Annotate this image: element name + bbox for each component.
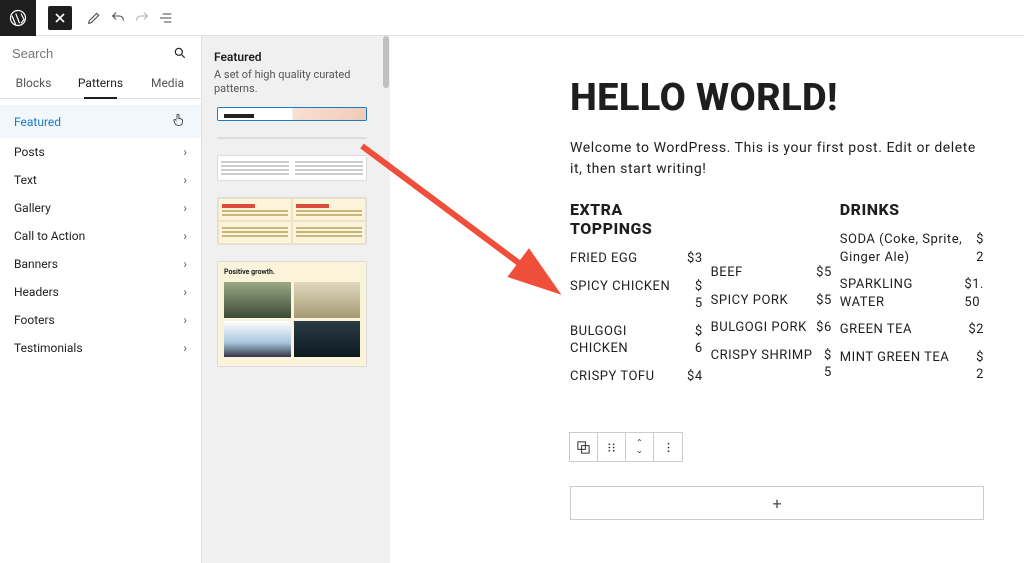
category-label: Footers bbox=[14, 313, 55, 327]
menu-item-name: SPICY CHICKEN bbox=[570, 278, 689, 313]
menu-item-price: $ 5 bbox=[695, 278, 703, 313]
patterns-heading: Featured bbox=[214, 50, 262, 64]
chevron-right-icon: › bbox=[183, 229, 187, 243]
search-input[interactable] bbox=[12, 46, 189, 61]
chevron-right-icon: › bbox=[183, 285, 187, 299]
menu-item-name: CRISPY SHRIMP bbox=[711, 347, 818, 382]
menu-item-name: SODA (Coke, Sprite, Ginger Ale) bbox=[840, 231, 970, 266]
category-label: Gallery bbox=[14, 201, 51, 215]
chevron-right-icon: › bbox=[183, 313, 187, 327]
thumb5-heading: Positive growth. bbox=[224, 268, 360, 276]
menu-item-name: GREEN TEA bbox=[840, 321, 963, 339]
menu-item-price: $6 bbox=[816, 319, 832, 337]
add-block-button[interactable]: + bbox=[570, 486, 984, 520]
tab-blocks[interactable]: Blocks bbox=[0, 68, 67, 98]
tab-media[interactable]: Media bbox=[134, 68, 201, 98]
category-testimonials[interactable]: Testimonials › bbox=[0, 334, 201, 362]
tab-patterns[interactable]: Patterns bbox=[67, 68, 134, 98]
menu-item-name: SPARKLING WATER bbox=[840, 276, 959, 311]
menu-heading: EXTRA TOPPINGS bbox=[570, 200, 703, 238]
category-label: Banners bbox=[14, 257, 58, 271]
cursor-hand-icon bbox=[171, 112, 187, 131]
menu-item-name: FRIED EGG bbox=[570, 250, 681, 268]
editor-top-toolbar bbox=[0, 0, 1024, 36]
chevron-right-icon: › bbox=[183, 257, 187, 271]
category-posts[interactable]: Posts › bbox=[0, 138, 201, 166]
menu-item-name: BULGOGI CHICKEN bbox=[570, 323, 689, 358]
pattern-thumb-3[interactable] bbox=[217, 155, 367, 181]
inserter-tabs: Blocks Patterns Media bbox=[0, 68, 201, 99]
wordpress-logo-icon[interactable] bbox=[0, 0, 36, 36]
category-text[interactable]: Text › bbox=[0, 166, 201, 194]
category-banners[interactable]: Banners › bbox=[0, 250, 201, 278]
patterns-scrollbar[interactable] bbox=[382, 36, 390, 563]
menu-item-price: $ 6 bbox=[695, 323, 703, 358]
edit-mode-icon[interactable] bbox=[82, 6, 106, 30]
menu-item-price: $ 5 bbox=[824, 347, 832, 382]
menu-item-name: BEEF bbox=[711, 264, 810, 282]
menu-item-price: $3 bbox=[687, 250, 703, 268]
category-label: Testimonials bbox=[14, 341, 83, 355]
pattern-thumb-contact[interactable]: Contact bbox=[217, 107, 367, 121]
post-intro[interactable]: Welcome to WordPress. This is your first… bbox=[570, 138, 984, 180]
menu-item-name: MINT GREEN TEA bbox=[840, 349, 970, 384]
category-label: Call to Action bbox=[14, 229, 85, 243]
menu-item-name: SPICY PORK bbox=[711, 292, 810, 310]
menu-item-price: $1. 50 bbox=[964, 276, 984, 311]
category-label: Text bbox=[14, 173, 37, 187]
menu-item-price: $4 bbox=[687, 368, 703, 386]
pattern-thumb-4[interactable] bbox=[217, 197, 367, 245]
pattern-thumb-5[interactable]: Positive growth. bbox=[217, 261, 367, 367]
chevron-right-icon: › bbox=[183, 145, 187, 159]
menu-heading: DRINKS bbox=[840, 200, 984, 219]
menu-item-price: $ 2 bbox=[976, 231, 984, 266]
search-icon bbox=[173, 46, 187, 64]
menu-item-price: $2 bbox=[968, 321, 984, 339]
category-footers[interactable]: Footers › bbox=[0, 306, 201, 334]
plus-icon: + bbox=[772, 494, 781, 513]
category-label: Featured bbox=[14, 115, 61, 129]
category-label: Headers bbox=[14, 285, 59, 299]
menu-item-price: $ 2 bbox=[976, 349, 984, 384]
menu-item-price: $5 bbox=[816, 292, 832, 310]
close-inserter-button[interactable] bbox=[48, 6, 72, 30]
chevron-right-icon: › bbox=[183, 201, 187, 215]
category-gallery[interactable]: Gallery › bbox=[0, 194, 201, 222]
category-headers[interactable]: Headers › bbox=[0, 278, 201, 306]
block-type-icon[interactable] bbox=[570, 433, 598, 461]
pattern-thumb-2[interactable] bbox=[217, 137, 367, 139]
menu-col-1[interactable]: EXTRA TOPPINGS FRIED EGG $3 SPICY CHICKEN… bbox=[570, 200, 703, 395]
menu-col-2[interactable]: BEEF $5 SPICY PORK $5 BULGOGI PORK $6 CRISP… bbox=[711, 200, 832, 395]
menu-columns-block[interactable]: EXTRA TOPPINGS FRIED EGG $3 SPICY CHICKEN… bbox=[570, 200, 984, 395]
undo-icon[interactable] bbox=[106, 6, 130, 30]
move-arrows-icon[interactable]: ⌃⌄ bbox=[626, 433, 654, 461]
menu-item-name: BULGOGI PORK bbox=[711, 319, 810, 337]
document-outline-icon[interactable] bbox=[154, 6, 178, 30]
menu-col-3[interactable]: DRINKS SODA (Coke, Sprite, Ginger Ale)$ … bbox=[840, 200, 984, 395]
chevron-right-icon: › bbox=[183, 341, 187, 355]
category-label: Posts bbox=[14, 145, 45, 159]
patterns-description: A set of high quality curated patterns. bbox=[214, 68, 370, 97]
more-options-icon[interactable] bbox=[654, 433, 682, 461]
patterns-preview-panel: Featured A set of high quality curated p… bbox=[202, 36, 382, 563]
redo-icon[interactable] bbox=[130, 6, 154, 30]
menu-item-name: CRISPY TOFU bbox=[570, 368, 681, 386]
editor-canvas[interactable]: HELLO WORLD! Welcome to WordPress. This … bbox=[390, 36, 1024, 563]
category-featured[interactable]: Featured bbox=[0, 105, 201, 138]
block-inserter-sidebar: Blocks Patterns Media Featured Posts › Te… bbox=[0, 36, 202, 563]
menu-item-price: $5 bbox=[816, 264, 832, 282]
post-title[interactable]: HELLO WORLD! bbox=[570, 76, 984, 120]
category-cta[interactable]: Call to Action › bbox=[0, 222, 201, 250]
chevron-right-icon: › bbox=[183, 173, 187, 187]
block-toolbar[interactable]: ⌃⌄ bbox=[569, 432, 683, 462]
pattern-category-list: Featured Posts › Text › Gallery › Call to A… bbox=[0, 99, 201, 563]
drag-handle-icon[interactable] bbox=[598, 433, 626, 461]
